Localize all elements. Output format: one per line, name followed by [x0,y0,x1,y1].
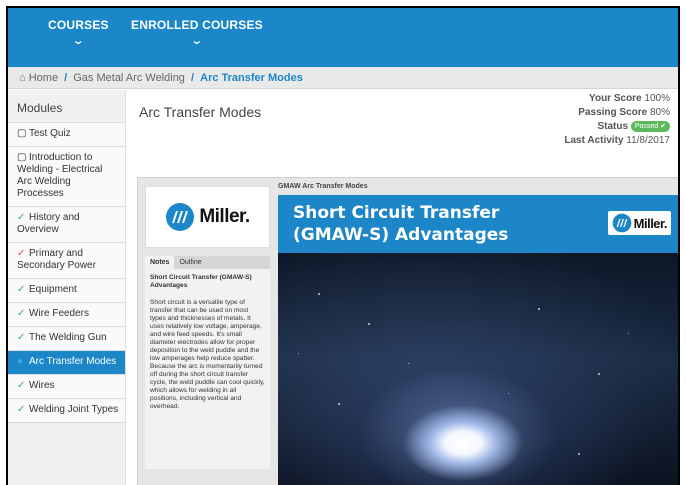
notes-title: Short Circuit Transfer (GMAW-S) Advantag… [150,274,252,289]
page-title: Arc Transfer Modes [139,104,262,120]
notes-tabs: Notes Outline [145,256,270,269]
player-sidebar: Miller. Notes Outline Short Circuit Tran… [145,186,270,485]
dot-icon: ● [17,356,24,367]
sidebar-item-label: Wires [29,380,55,391]
last-activity-row: Last Activity 11/8/2017 [564,134,670,148]
your-score-value: 100% [644,93,670,104]
sidebar-item-label: Equipment [29,284,77,295]
sidebar-item-introduction[interactable]: ▢ Introduction to Welding - Electrical Ar… [8,147,125,207]
check-icon: ✓ [17,248,26,259]
breadcrumb-separator: / [191,72,195,84]
check-icon: ✓ [17,380,26,391]
passing-score-value: 80% [649,107,670,118]
status-label: Status [597,121,629,132]
course-player: Miller. Notes Outline Short Circuit Tran… [137,177,678,485]
sidebar-item-wire-feeders[interactable]: ✓ Wire Feeders [8,303,125,327]
breadcrumb-course[interactable]: Gas Metal Arc Welding [73,72,185,84]
breadcrumb-separator: / [64,72,68,84]
nav-enrolled-label: ENROLLED COURSES [131,18,263,32]
miller-logo-icon [166,203,195,231]
sidebar-item-label: Wire Feeders [29,308,90,319]
sidebar-item-label: Arc Transfer Modes [29,356,117,367]
notes-text: Short circuit is a versatile type of tra… [150,299,265,410]
breadcrumb-current: Arc Transfer Modes [200,72,303,84]
nav-courses-label: COURSES [48,18,109,32]
sidebar-item-joint-types[interactable]: ✓ Welding Joint Types [8,399,125,423]
square-icon: ▢ [17,128,27,139]
check-circle-icon: ✔ [660,123,666,130]
check-icon: ✓ [17,308,26,319]
slide-title-line: (GMAW-S) Advantages [293,225,509,245]
slide-banner: Short Circuit Transfer (GMAW-S) Advantag… [278,195,678,253]
sidebar-item-label: Primary and Secondary Power [17,248,96,271]
sidebar-item-arc-transfer[interactable]: ● Arc Transfer Modes [8,351,125,375]
sidebar-item-label: Test Quiz [29,128,71,139]
sidebar-item-label: The Welding Gun [29,332,107,343]
top-navigation: COURSES ⌄ ENROLLED COURSES ⌄ [8,8,678,67]
sidebar-header: Modules [8,90,125,123]
status-row: Status Passed ✔ [564,120,670,134]
slide-title-line: Short Circuit Transfer [293,203,500,223]
slide-view[interactable]: Short Circuit Transfer (GMAW-S) Advantag… [278,195,678,485]
last-activity-label: Last Activity [564,135,624,146]
miller-logo: Miller. [145,186,270,248]
nav-enrolled-courses[interactable]: ENROLLED COURSES ⌄ [131,8,263,47]
score-panel: Your Score 100% Passing Score 80% Status… [564,92,670,148]
miller-logo-text: Miller. [199,206,250,227]
passing-score-row: Passing Score 80% [564,106,670,120]
app-frame: COURSES ⌄ ENROLLED COURSES ⌄ ⌂ Home / Ga… [6,6,680,485]
sidebar-item-label: Introduction to Welding - Electrical Arc… [17,152,103,199]
nav-courses[interactable]: COURSES ⌄ [48,8,109,47]
square-icon: ▢ [17,152,27,163]
your-score-label: Your Score [589,93,642,104]
check-icon: ✓ [17,212,26,223]
welding-arc-photo [278,253,678,485]
miller-logo-icon [612,213,631,233]
tab-outline[interactable]: Outline [174,259,206,266]
sidebar-item-welding-gun[interactable]: ✓ The Welding Gun [8,327,125,351]
chevron-down-icon: ⌄ [190,35,204,47]
breadcrumb: ⌂ Home / Gas Metal Arc Welding / Arc Tra… [8,67,678,89]
notes-panel: Short Circuit Transfer (GMAW-S) Advantag… [145,269,270,469]
sidebar-item-test-quiz[interactable]: ▢ Test Quiz [8,123,125,147]
status-badge-text: Passed [634,123,659,130]
breadcrumb-home[interactable]: Home [29,72,58,84]
sidebar-item-wires[interactable]: ✓ Wires [8,375,125,399]
slide-miller-logo: Miller. [607,211,671,235]
passing-score-label: Passing Score [578,107,648,118]
check-icon: ✓ [17,332,26,343]
sidebar-item-label: Welding Joint Types [29,404,119,415]
sidebar-item-history[interactable]: ✓ History and Overview [8,207,125,243]
slide-header: GMAW Arc Transfer Modes [278,183,368,190]
sidebar-item-power[interactable]: ✓ Primary and Secondary Power [8,243,125,279]
sidebar-item-equipment[interactable]: ✓ Equipment [8,279,125,303]
your-score-row: Your Score 100% [564,92,670,106]
last-activity-value: 11/8/2017 [626,135,670,146]
miller-logo-text: Miller. [633,215,668,231]
status-badge: Passed ✔ [630,121,670,132]
slide-title: Short Circuit Transfer (GMAW-S) Advantag… [293,202,508,246]
check-icon: ✓ [17,284,26,295]
check-icon: ✓ [17,404,26,415]
home-icon[interactable]: ⌂ [19,72,26,84]
tab-notes[interactable]: Notes [145,256,175,269]
modules-sidebar: Modules ▢ Test Quiz ▢ Introduction to Weld… [8,90,126,485]
